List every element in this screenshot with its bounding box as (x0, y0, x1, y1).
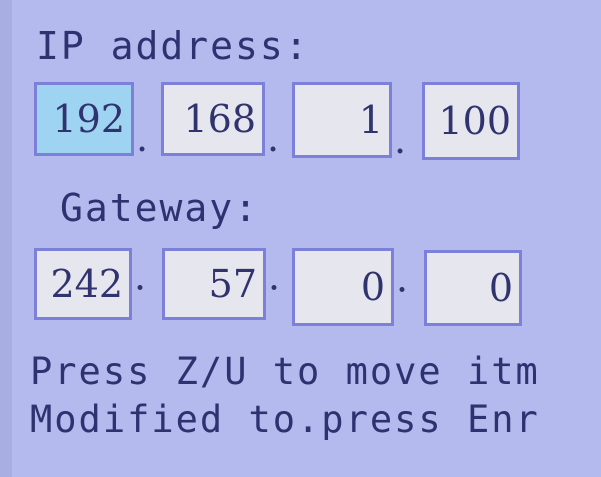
ip-separator-3: . (394, 118, 407, 162)
ip-address-label: IP address: (36, 24, 310, 68)
ip-octet-1-field[interactable]: 192 (34, 82, 134, 156)
help-text-line-1: Press Z/U to move itm (30, 350, 540, 393)
ip-separator-2: . (267, 116, 280, 160)
gateway-octet-2-field[interactable]: 57 (162, 248, 266, 320)
gateway-octet-3-field[interactable]: 0 (292, 248, 394, 326)
device-lcd-screen: IP address: 192 . 168 . 1 . 100 Gateway:… (0, 0, 601, 477)
help-text-line-2: Modified to.press Enr (30, 398, 540, 441)
gateway-separator-3: · (396, 268, 409, 312)
gateway-octet-1-field[interactable]: 242 (34, 248, 132, 320)
gateway-octet-4-field[interactable]: 0 (424, 250, 522, 326)
gateway-separator-1: · (134, 266, 147, 310)
gateway-label: Gateway: (60, 186, 260, 230)
ip-octet-3-field[interactable]: 1 (292, 82, 392, 158)
ip-separator-1: . (136, 116, 149, 160)
gateway-separator-2: · (268, 266, 281, 310)
ip-octet-2-field[interactable]: 168 (161, 82, 265, 156)
ip-octet-4-field[interactable]: 100 (422, 82, 520, 160)
